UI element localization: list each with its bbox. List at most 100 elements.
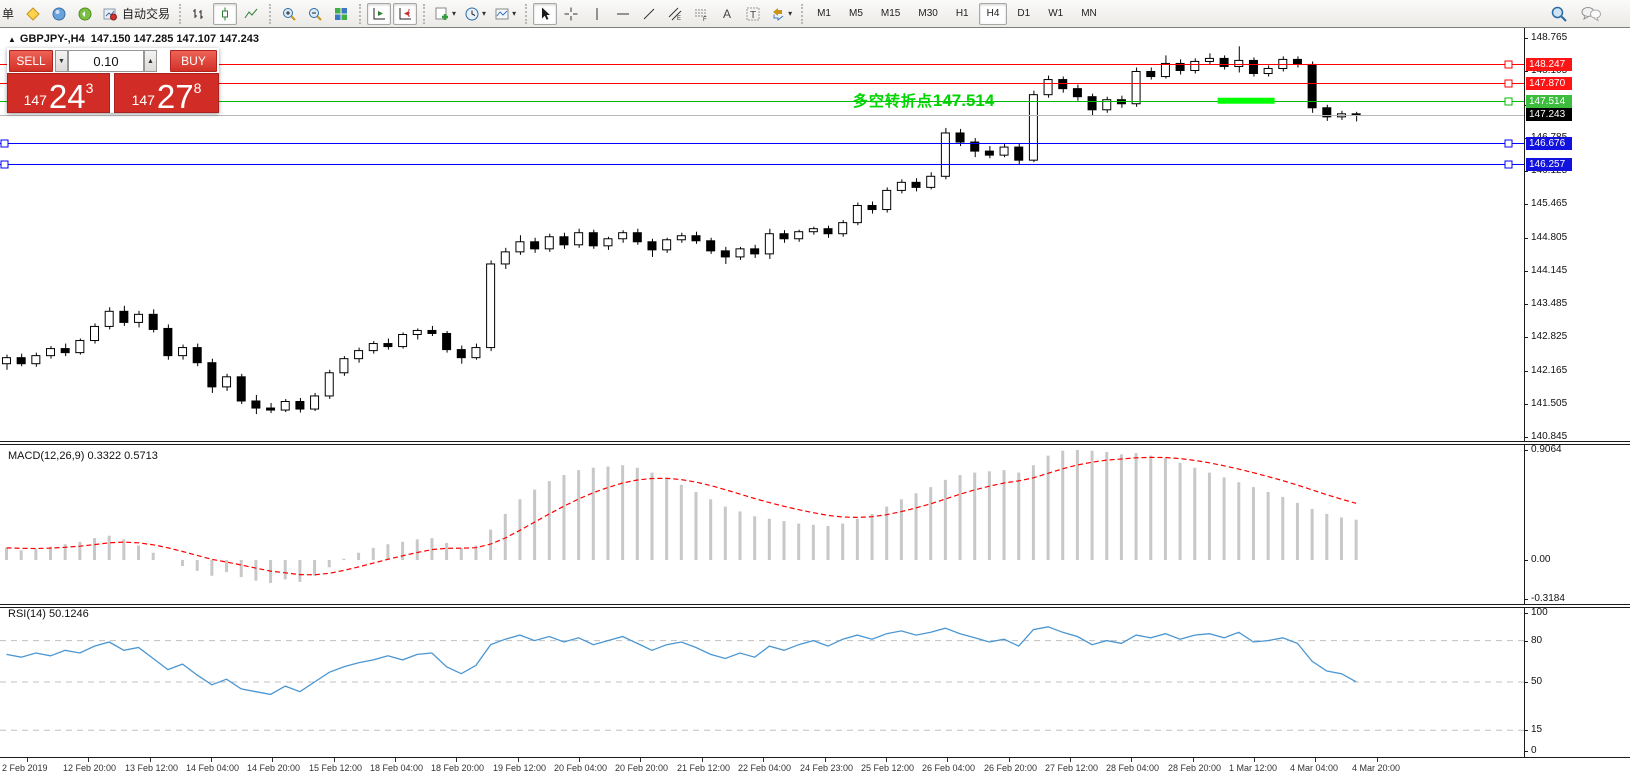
zoom-in-button[interactable]: [277, 3, 301, 25]
alerts-button[interactable]: [73, 3, 97, 25]
axis-tick-label: 15: [1531, 724, 1542, 735]
axis-tick-label: 0.9064: [1531, 444, 1562, 455]
chat-icon[interactable]: [1580, 5, 1602, 23]
time-label: 28 Feb 20:00: [1168, 763, 1221, 773]
bar-chart-button[interactable]: [187, 3, 211, 25]
cursor-button[interactable]: [533, 3, 557, 25]
sell-price-prefix: 147: [24, 92, 47, 108]
axis-tick-label: 148.765: [1531, 32, 1567, 43]
pane-divider[interactable]: [0, 604, 1630, 608]
toolbar-grip: [801, 4, 803, 24]
tile-windows-button[interactable]: [329, 3, 353, 25]
macd-pane[interactable]: [0, 445, 1524, 604]
timeframe-button-MN[interactable]: MN: [1073, 3, 1105, 25]
new-order-button-clipped[interactable]: 单: [2, 5, 14, 22]
axis-tick: [1525, 71, 1528, 72]
templates-button[interactable]: ▾: [491, 3, 519, 25]
axis-tick: [1525, 337, 1528, 338]
axis-tick: [1525, 404, 1528, 405]
sell-button[interactable]: SELL: [9, 50, 53, 72]
cursor-icon: [537, 6, 553, 22]
time-label: 21 Feb 12:00: [677, 763, 730, 773]
time-label: 22 Feb 04:00: [738, 763, 791, 773]
chevron-down-icon: ▾: [482, 9, 486, 18]
sell-price-big: 24: [49, 81, 86, 112]
time-tick: [1131, 758, 1132, 762]
timeframe-button-M5[interactable]: M5: [841, 3, 871, 25]
fibonacci-button[interactable]: F: [689, 3, 713, 25]
volume-increase-button[interactable]: ▲: [144, 50, 157, 72]
annotation-value: 147.514: [933, 91, 994, 110]
rsi-indicator-label: RSI(14) 50.1246: [8, 608, 89, 620]
price-axis[interactable]: 148.765148.105147.445146.785146.125145.4…: [1524, 28, 1630, 757]
sound-icon: [77, 6, 93, 22]
new-chart-button[interactable]: ▾: [431, 3, 459, 25]
trendline-button[interactable]: [637, 3, 661, 25]
text-button[interactable]: A: [715, 3, 739, 25]
time-axis[interactable]: 2 Feb 201912 Feb 20:0013 Feb 12:0014 Feb…: [0, 757, 1630, 778]
navigator-button[interactable]: [47, 3, 71, 25]
collapse-triangle-icon[interactable]: ▲: [8, 35, 16, 44]
search-icon[interactable]: [1550, 5, 1568, 23]
axis-tick: [1525, 613, 1528, 614]
axis-tick-label: 142.165: [1531, 365, 1567, 376]
autotrading-icon: [102, 6, 118, 22]
buy-price-block[interactable]: 147 27 8: [114, 73, 219, 113]
template-icon: [494, 6, 510, 22]
time-label: 2 Feb 2019: [2, 763, 48, 773]
zoom-out-button[interactable]: [303, 3, 327, 25]
sell-price-block[interactable]: 147 24 3: [7, 73, 110, 113]
time-tick: [886, 758, 887, 762]
sell-price-sup: 3: [86, 80, 94, 96]
timeframe-button-M30[interactable]: M30: [910, 3, 945, 25]
autotrading-label: 自动交易: [122, 5, 170, 22]
toolbar-grip: [179, 4, 181, 24]
axis-tick-label: 0: [1531, 745, 1537, 756]
axis-tick-label: 142.825: [1531, 331, 1567, 342]
equidistant-channel-button[interactable]: E: [663, 3, 687, 25]
timeframe-button-D1[interactable]: D1: [1009, 3, 1038, 25]
main-chart-pane[interactable]: [0, 28, 1524, 441]
caret-down-icon: ▼: [58, 58, 65, 65]
periods-button[interactable]: ▾: [461, 3, 489, 25]
horizontal-line-button[interactable]: [611, 3, 635, 25]
axis-tick-label: 0.00: [1531, 554, 1550, 565]
crosshair-button[interactable]: [559, 3, 583, 25]
timeframe-button-M1[interactable]: M1: [809, 3, 839, 25]
timeframe-button-H1[interactable]: H1: [948, 3, 977, 25]
axis-tick-label: 100: [1531, 607, 1548, 618]
auto-scroll-button[interactable]: [367, 3, 391, 25]
time-tick: [825, 758, 826, 762]
axis-tick: [1525, 751, 1528, 752]
caret-up-icon: ▲: [147, 58, 154, 65]
market-watch-button[interactable]: [21, 3, 45, 25]
vertical-line-button[interactable]: [585, 3, 609, 25]
rsi-pane[interactable]: [0, 608, 1524, 757]
line-chart-button[interactable]: [239, 3, 263, 25]
volume-decrease-button[interactable]: ▼: [55, 50, 68, 72]
arrows-button[interactable]: ▾: [767, 3, 795, 25]
time-label: 14 Feb 04:00: [186, 763, 239, 773]
zoom-out-icon: [307, 6, 323, 22]
autotrading-button[interactable]: 自动交易: [99, 3, 173, 25]
axis-tick: [1525, 271, 1528, 272]
text-label-button[interactable]: T: [741, 3, 765, 25]
pane-divider[interactable]: [0, 441, 1630, 445]
timeframe-button-W1[interactable]: W1: [1040, 3, 1071, 25]
time-tick: [1193, 758, 1194, 762]
timeframe-button-M15[interactable]: M15: [873, 3, 908, 25]
time-tick: [456, 758, 457, 762]
axis-tick: [1525, 38, 1528, 39]
time-label: 18 Feb 04:00: [370, 763, 423, 773]
price-badge: 148.247: [1526, 58, 1572, 71]
market-watch-icon: [25, 6, 41, 22]
volume-input[interactable]: [68, 50, 144, 72]
timeframe-button-H4[interactable]: H4: [979, 3, 1008, 25]
time-label: 14 Feb 20:00: [247, 763, 300, 773]
highlight-segment: [1218, 98, 1275, 104]
candlestick-chart-button[interactable]: [213, 3, 237, 25]
chart-shift-button[interactable]: [393, 3, 417, 25]
buy-button[interactable]: BUY: [170, 50, 217, 72]
price-badge: 147.243: [1526, 108, 1572, 121]
time-label: 13 Feb 12:00: [125, 763, 178, 773]
